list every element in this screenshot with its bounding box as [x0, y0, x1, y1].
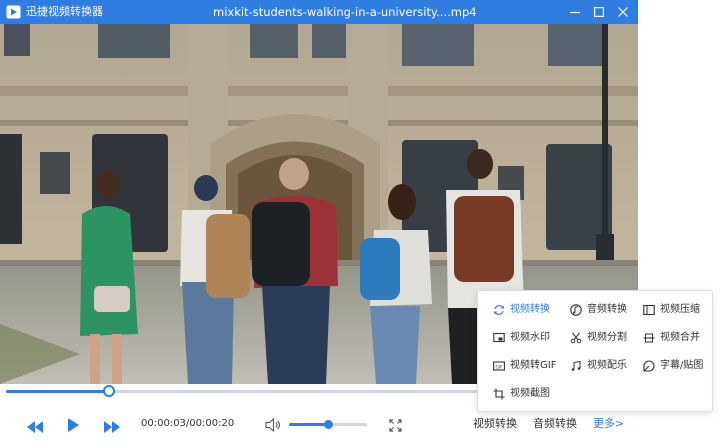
fullscreen-icon: [389, 419, 402, 432]
menu-item-audio-convert[interactable]: 音频转换: [570, 301, 627, 319]
svg-text:GIF: GIF: [496, 364, 503, 369]
file-name: mixkit-students-walking-in-a-university.…: [213, 5, 477, 19]
menu-item-subtitle-sticker[interactable]: 字幕/贴图: [643, 357, 703, 375]
tools-popup-menu: 视频转换 音频转换 视频压缩 视频水印 视频分割 视频合并 GIF 视频转GIF…: [477, 290, 713, 412]
menu-item-video-soundtrack[interactable]: 视频配乐: [570, 357, 627, 375]
title-bar: 迅捷视频转换器 mixkit-students-walking-in-a-uni…: [0, 0, 638, 24]
speaker-icon: [265, 417, 280, 433]
app-logo-icon: [6, 5, 21, 19]
fast-forward-button[interactable]: [103, 418, 121, 437]
menu-item-video-split[interactable]: 视频分割: [570, 329, 627, 347]
minimize-icon: [570, 11, 580, 14]
minimize-button[interactable]: [563, 0, 587, 24]
menu-item-label: 视频转换: [510, 304, 550, 315]
volume-handle[interactable]: [324, 420, 333, 429]
menu-item-video-merge[interactable]: 视频合并: [643, 329, 700, 347]
progress-fill: [6, 390, 109, 393]
menu-item-label: 视频截图: [510, 388, 550, 399]
maximize-button[interactable]: [587, 0, 611, 24]
progress-handle[interactable]: [102, 385, 115, 397]
menu-item-label: 音频转换: [587, 304, 627, 315]
menu-item-label: 视频转GIF: [510, 360, 557, 371]
play-button[interactable]: [67, 417, 79, 436]
menu-item-label: 视频配乐: [587, 360, 627, 371]
gif-icon: GIF: [493, 361, 505, 371]
close-button[interactable]: [611, 0, 635, 24]
menu-item-label: 视频分割: [587, 332, 627, 343]
play-icon: [68, 418, 79, 432]
rewind-icon: [27, 421, 43, 433]
music-note-icon: [570, 304, 582, 316]
sticker-icon: [643, 360, 655, 372]
app-name: 迅捷视频转换器: [26, 5, 103, 18]
volume-button[interactable]: [265, 417, 281, 436]
menu-item-video-to-gif[interactable]: GIF 视频转GIF: [493, 357, 556, 375]
menu-item-video-compress[interactable]: 视频压缩: [643, 301, 700, 319]
menu-item-label: 视频压缩: [660, 304, 700, 315]
fast-forward-icon: [104, 421, 120, 433]
menu-item-label: 视频合并: [660, 332, 700, 343]
menu-item-video-screenshot[interactable]: 视频截图: [493, 385, 550, 403]
volume-slider[interactable]: [289, 420, 367, 429]
rewind-button[interactable]: [26, 418, 44, 437]
audio-convert-link[interactable]: 音频转换: [533, 416, 577, 432]
video-convert-link[interactable]: 视频转换: [473, 416, 517, 432]
maximize-icon: [594, 7, 604, 17]
close-icon: [618, 7, 628, 17]
screenshot-icon: [493, 388, 505, 400]
time-display: 00:00:03/00:00:20: [141, 418, 235, 429]
menu-item-video-convert[interactable]: 视频转换: [493, 301, 550, 319]
menu-item-label: 字幕/贴图: [660, 360, 704, 371]
menu-item-label: 视频水印: [510, 332, 550, 343]
menu-item-video-watermark[interactable]: 视频水印: [493, 329, 550, 347]
refresh-icon: [494, 305, 504, 315]
music-add-icon: [571, 360, 581, 371]
more-link[interactable]: 更多>: [593, 416, 624, 432]
fullscreen-button[interactable]: [389, 417, 402, 436]
compress-icon: [643, 304, 655, 316]
scissors-icon: [570, 332, 582, 344]
volume-fill: [289, 423, 328, 426]
watermark-icon: [493, 332, 505, 343]
merge-icon: [643, 333, 655, 343]
